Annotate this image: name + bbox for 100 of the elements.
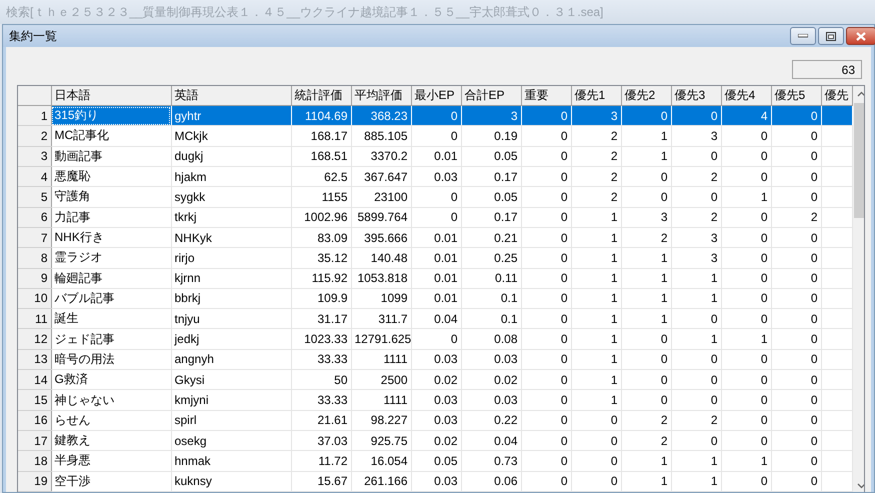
- column-header[interactable]: 平均評価: [351, 86, 411, 106]
- column-header[interactable]: 最小EP: [411, 86, 461, 106]
- table-cell: 動画記事: [51, 146, 171, 166]
- column-header[interactable]: 優先: [821, 86, 852, 106]
- table-cell: 0: [621, 328, 671, 350]
- table-cell: 1: [721, 328, 771, 350]
- table-cell: 0: [521, 126, 571, 146]
- close-button[interactable]: [846, 27, 875, 45]
- table-cell: 0: [771, 430, 821, 451]
- table-row[interactable]: 8 霊ラジオ rirjo 35.12 140.48 0.01 0.25 0 1 1 3 0 0: [18, 248, 852, 268]
- table-row[interactable]: 4 悪魔恥 hjakm 62.5 367.647 0.03 0.17 0 2 0 2 0 0: [18, 166, 852, 187]
- row-header: 8: [18, 248, 51, 268]
- table-cell: 0.11: [461, 268, 521, 288]
- table-cell: 0: [721, 166, 771, 187]
- table-row[interactable]: 15 神じゃない kmjyni 33.33 1111 0.03 0.03 0 1 0 0 0 0: [18, 390, 852, 410]
- table-row[interactable]: 18 半身悪 hnmak 11.72 16.054 0.05 0.73 0 0 1 1 1 0: [18, 450, 852, 472]
- table-cell: 鍵教え: [51, 430, 171, 451]
- table-cell: NHKyk: [171, 227, 291, 248]
- table-row[interactable]: 5 守護角 sygkk 1155 23100 0 0.05 0 2 0 0 1 0: [18, 186, 852, 208]
- table-row[interactable]: 11 誕生 tnjyu 31.17 311.7 0.04 0.1 0 1 1 0 0 0: [18, 308, 852, 329]
- scrollbar-thumb[interactable]: [854, 103, 864, 218]
- table-cell: 0: [521, 450, 571, 472]
- column-header[interactable]: 日本語: [51, 86, 171, 106]
- table-cell: 0: [521, 248, 571, 268]
- table-cell: sygkk: [171, 186, 291, 208]
- column-header[interactable]: 優先3: [671, 86, 721, 106]
- table-cell: kmjyni: [171, 390, 291, 410]
- table-cell: 2500: [351, 370, 411, 390]
- table-cell: 140.48: [351, 248, 411, 268]
- table-cell: 守護角: [51, 186, 171, 208]
- table-row[interactable]: 7 NHK行き NHKyk 83.09 395.666 0.01 0.21 0 1 2 3 0 0: [18, 227, 852, 248]
- table-cell: 0.06: [461, 471, 521, 492]
- table-row[interactable]: 10 バブル記事 bbrkj 109.9 1099 0.01 0.1 0 1 1 1 0 0: [18, 288, 852, 309]
- table-cell: 0: [571, 471, 621, 492]
- table-row[interactable]: 17 鍵教え osekg 37.03 925.75 0.02 0.04 0 0 2 0 0 0: [18, 430, 852, 451]
- table-cell: 0.1: [461, 288, 521, 309]
- row-header: 17: [18, 430, 51, 451]
- table-cell: 0.03: [461, 390, 521, 410]
- table-cell: 1: [621, 146, 671, 166]
- table-cell: 3: [671, 126, 721, 146]
- table-cell: 悪魔恥: [51, 166, 171, 187]
- column-header[interactable]: 優先1: [571, 86, 621, 106]
- table-cell: 0: [521, 106, 571, 126]
- table-cell: 0: [771, 370, 821, 390]
- count-field[interactable]: 63: [792, 60, 862, 79]
- table-cell: 33.33: [291, 349, 351, 370]
- row-header: 16: [18, 410, 51, 430]
- table-cell: 0: [771, 227, 821, 248]
- table-row[interactable]: 3 動画記事 dugkj 168.51 3370.2 0.01 0.05 0 2 1 0 0 0: [18, 146, 852, 166]
- table-cell: 0: [411, 106, 461, 126]
- table-cell: 暗号の用法: [51, 349, 171, 370]
- table-cell: 35.12: [291, 248, 351, 268]
- table-row[interactable]: 2 MC記事化 MCkjk 168.17 885.105 0 0.19 0 2 1 3 0 0: [18, 126, 852, 146]
- table-cell: 1: [671, 268, 721, 288]
- table-cell: 1099: [351, 288, 411, 309]
- table-row[interactable]: 1 315釣り gyhtr 1104.69 368.23 0 3 0 3 0 0 4 0: [18, 106, 852, 126]
- table-cell: 1002.96: [291, 207, 351, 228]
- table-cell: 輪廻記事: [51, 268, 171, 288]
- table-cell: 1: [571, 248, 621, 268]
- minimize-button[interactable]: [790, 27, 816, 45]
- table-cell: 0: [771, 106, 821, 126]
- column-header[interactable]: 優先5: [771, 86, 821, 106]
- table-row[interactable]: 12 ジェド記事 jedkj 1023.33 12791.625 0 0.08 0 1 0 1 1 0: [18, 328, 852, 350]
- table-cell: angnyh: [171, 349, 291, 370]
- table-row[interactable]: 9 輪廻記事 kjrnn 115.92 1053.818 0.01 0.11 0 1 1 1 0 0: [18, 268, 852, 288]
- table-row[interactable]: 16 らせん spirl 21.61 98.227 0.03 0.22 0 0 2 2 0 0: [18, 410, 852, 430]
- table-cell: 1155: [291, 186, 351, 208]
- table-cell: 885.105: [351, 126, 411, 146]
- table-cell: 2: [621, 227, 671, 248]
- table-cell: tnjyu: [171, 308, 291, 329]
- row-header: 13: [18, 349, 51, 370]
- table-cell: 2: [621, 410, 671, 430]
- table-cell: 2: [571, 126, 621, 146]
- table-cell: 62.5: [291, 166, 351, 187]
- maximize-button[interactable]: [818, 27, 844, 45]
- column-header[interactable]: 優先2: [621, 86, 671, 106]
- table-cell: 1: [671, 328, 721, 350]
- table-cell: 98.227: [351, 410, 411, 430]
- table-cell: jedkj: [171, 328, 291, 350]
- table-cell: 0: [771, 288, 821, 309]
- table-cell: osekg: [171, 430, 291, 451]
- table-cell: 3: [671, 248, 721, 268]
- column-header[interactable]: 英語: [171, 86, 291, 106]
- column-header[interactable]: 合計EP: [461, 86, 521, 106]
- column-header[interactable]: 重要: [521, 86, 571, 106]
- column-header[interactable]: 統計評価: [291, 86, 351, 106]
- column-header[interactable]: 優先4: [721, 86, 771, 106]
- table-cell: 0: [621, 370, 671, 390]
- table-row[interactable]: 14 G救済 Gkysi 50 2500 0.02 0.02 0 1 0 0 0 0: [18, 370, 852, 390]
- table-cell: 2: [671, 410, 721, 430]
- table-row[interactable]: 6 力記事 tkrkj 1002.96 5899.764 0 0.17 0 1 3 2 0 2: [18, 207, 852, 228]
- table-cell: 0.17: [461, 207, 521, 228]
- table-cell: 1: [621, 288, 671, 309]
- table-row[interactable]: 19 空干渉 kuknsy 15.67 261.166 0.03 0.06 0 0 1 1 0 0: [18, 471, 852, 492]
- table-cell: 0: [521, 207, 571, 228]
- table-cell: 1: [621, 268, 671, 288]
- table-cell: 0: [521, 288, 571, 309]
- minimize-icon: [798, 34, 808, 38]
- table-cell: 0: [521, 349, 571, 370]
- table-row[interactable]: 13 暗号の用法 angnyh 33.33 1111 0.03 0.03 0 1 0 0 0 0: [18, 349, 852, 370]
